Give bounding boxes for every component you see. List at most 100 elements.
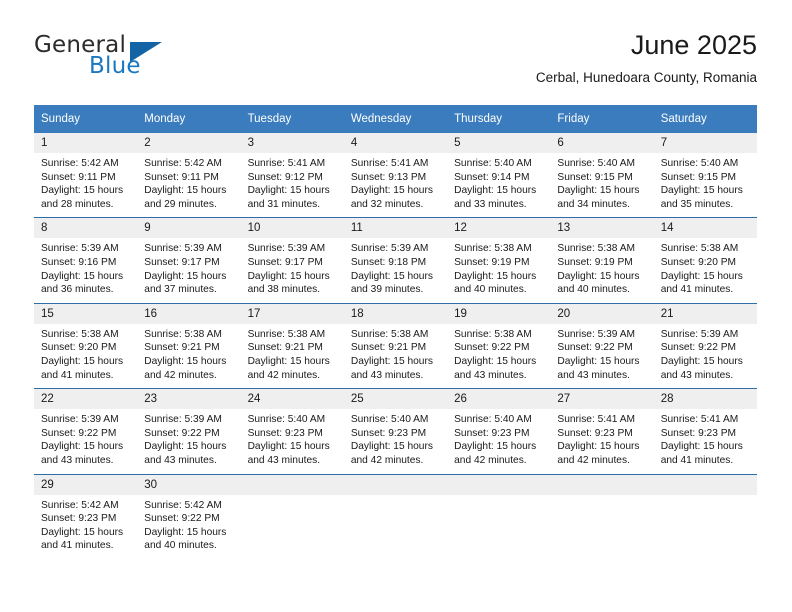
calendar-cell-day[interactable]: 28 Sunrise: 5:41 AM Sunset: 9:23 PM Dayligh… — [653, 388, 757, 474]
calendar-cell-day[interactable]: 15 Sunrise: 5:38 AM Sunset: 9:20 PM Dayligh… — [34, 302, 138, 389]
calendar-cell-day[interactable]: 18 Sunrise: 5:38 AM Sunset: 9:21 PM Dayligh… — [343, 302, 448, 389]
day-number: 11 — [343, 218, 448, 239]
day-number: 26 — [447, 389, 551, 410]
day-details: Sunrise: 5:41 AM Sunset: 9:13 PM Daylight:… — [343, 153, 448, 218]
day-number — [240, 474, 344, 495]
page-header: General Blue June 2025 Cerbal, Hunedoara… — [34, 28, 757, 96]
calendar-cell-day[interactable]: 3 Sunrise: 5:41 AM Sunset: 9:12 PM Daylight… — [240, 133, 344, 218]
calendar-cell-day[interactable]: 19 Sunrise: 5:38 AM Sunset: 9:22 PM Dayligh… — [447, 302, 551, 389]
daylight-text: Daylight: 15 hours and 36 minutes. — [41, 270, 124, 296]
calendar-cell-day[interactable]: 8 Sunrise: 5:39 AM Sunset: 9:16 PM Daylight… — [34, 217, 138, 304]
daylight-text: Daylight: 15 hours and 29 minutes. — [144, 185, 227, 210]
sunrise-text: Sunrise: 5:41 AM — [350, 158, 429, 169]
day-number: 8 — [34, 218, 138, 239]
calendar-cell-day[interactable]: 10 Sunrise: 5:39 AM Sunset: 9:17 PM Dayligh… — [240, 217, 344, 304]
calendar-cell-day[interactable]: 22 Sunrise: 5:39 AM Sunset: 9:22 PM Dayligh… — [34, 388, 138, 474]
day-details: Sunrise: 5:40 AM Sunset: 9:23 PM Daylight:… — [343, 409, 448, 474]
calendar-cell-day[interactable]: 24 Sunrise: 5:40 AM Sunset: 9:23 PM Dayligh… — [240, 388, 344, 474]
general-blue-logo[interactable]: General Blue — [34, 32, 234, 88]
day-number: 7 — [653, 133, 757, 153]
calendar-cell-day[interactable]: 23 Sunrise: 5:39 AM Sunset: 9:22 PM Dayligh… — [137, 388, 241, 474]
sunset-text: Sunset: 9:15 PM — [660, 171, 737, 183]
day-number: 22 — [34, 389, 138, 410]
sunrise-text: Sunrise: 5:41 AM — [660, 414, 739, 426]
sunrise-text: Sunrise: 5:39 AM — [144, 414, 222, 426]
day-details: Sunrise: 5:42 AM Sunset: 9:22 PM Daylight:… — [137, 494, 241, 559]
weekday-monday: Monday — [137, 105, 241, 133]
calendar-cell-day[interactable]: 26 Sunrise: 5:40 AM Sunset: 9:23 PM Dayligh… — [447, 388, 551, 474]
day-number — [343, 474, 448, 495]
weekday-thursday: Thursday — [447, 105, 551, 133]
calendar-cell-empty — [343, 473, 448, 559]
day-number: 25 — [343, 389, 448, 410]
daylight-text: Daylight: 15 hours and 37 minutes. — [144, 270, 227, 296]
day-number: 17 — [240, 303, 344, 324]
calendar-cell-day[interactable]: 4 Sunrise: 5:41 AM Sunset: 9:13 PM Daylight… — [343, 133, 448, 218]
sunrise-text: Sunrise: 5:39 AM — [144, 243, 222, 255]
day-number: 24 — [240, 389, 344, 410]
calendar-cell-day[interactable]: 29 Sunrise: 5:42 AM Sunset: 9:23 PM Dayligh… — [34, 473, 138, 559]
sunrise-text: Sunrise: 5:40 AM — [660, 158, 739, 169]
calendar-cell-day[interactable]: 6 Sunrise: 5:40 AM Sunset: 9:15 PM Daylight… — [550, 133, 654, 218]
calendar-cell-empty — [653, 473, 757, 559]
page-title: June 2025 — [630, 30, 757, 60]
day-number: 4 — [343, 133, 448, 153]
sunrise-text: Sunrise: 5:39 AM — [41, 243, 119, 255]
calendar-cell-day[interactable]: 1 Sunrise: 5:42 AM Sunset: 9:11 PM Daylight… — [34, 133, 138, 218]
calendar-cell-day[interactable]: 7 Sunrise: 5:40 AM Sunset: 9:15 PM Daylight… — [653, 133, 757, 218]
daylight-text: Daylight: 15 hours and 43 minutes. — [41, 441, 124, 466]
calendar-cell-day[interactable]: 12 Sunrise: 5:38 AM Sunset: 9:19 PM Dayligh… — [447, 217, 551, 304]
day-details: Sunrise: 5:40 AM Sunset: 9:15 PM Daylight:… — [653, 153, 757, 218]
sunset-text: Sunset: 9:22 PM — [144, 427, 220, 439]
day-details — [240, 494, 344, 557]
weekday-tuesday: Tuesday — [240, 105, 344, 133]
calendar-cell-day[interactable]: 9 Sunrise: 5:39 AM Sunset: 9:17 PM Daylight… — [137, 217, 241, 304]
day-number: 28 — [653, 389, 757, 410]
calendar-cell-day[interactable]: 30 Sunrise: 5:42 AM Sunset: 9:22 PM Dayligh… — [137, 473, 241, 559]
calendar-cell-day[interactable]: 5 Sunrise: 5:40 AM Sunset: 9:14 PM Daylight… — [447, 133, 551, 218]
day-details: Sunrise: 5:41 AM Sunset: 9:23 PM Daylight:… — [653, 409, 757, 474]
day-number: 30 — [137, 474, 241, 495]
day-details — [653, 494, 757, 557]
day-details: Sunrise: 5:42 AM Sunset: 9:23 PM Daylight:… — [34, 494, 138, 559]
sunset-text: Sunset: 9:22 PM — [144, 513, 220, 525]
calendar-cell-day[interactable]: 13 Sunrise: 5:38 AM Sunset: 9:19 PM Dayligh… — [550, 217, 654, 304]
calendar-cell-day[interactable]: 14 Sunrise: 5:38 AM Sunset: 9:20 PM Dayligh… — [653, 217, 757, 304]
day-number — [550, 474, 654, 495]
daylight-text: Daylight: 15 hours and 32 minutes. — [350, 185, 433, 210]
calendar-cell-day[interactable]: 20 Sunrise: 5:39 AM Sunset: 9:22 PM Dayligh… — [550, 302, 654, 389]
day-details: Sunrise: 5:38 AM Sunset: 9:20 PM Daylight:… — [653, 238, 757, 303]
sunrise-text: Sunrise: 5:42 AM — [144, 499, 222, 511]
calendar-cell-day[interactable]: 27 Sunrise: 5:41 AM Sunset: 9:23 PM Dayligh… — [550, 388, 654, 474]
calendar-cell-day[interactable]: 25 Sunrise: 5:40 AM Sunset: 9:23 PM Dayligh… — [343, 388, 448, 474]
sunrise-text: Sunrise: 5:38 AM — [454, 243, 532, 255]
sunrise-text: Sunrise: 5:39 AM — [660, 328, 739, 340]
calendar-cell-day[interactable]: 2 Sunrise: 5:42 AM Sunset: 9:11 PM Daylight… — [137, 133, 241, 218]
sunrise-text: Sunrise: 5:38 AM — [247, 328, 326, 340]
sunrise-text: Sunrise: 5:38 AM — [454, 328, 532, 340]
daylight-text: Daylight: 15 hours and 42 minutes. — [144, 355, 227, 381]
day-number: 1 — [34, 133, 138, 153]
sunset-text: Sunset: 9:23 PM — [454, 427, 530, 439]
calendar-cell-day[interactable]: 11 Sunrise: 5:39 AM Sunset: 9:18 PM Dayligh… — [343, 217, 448, 304]
logo-text-blue: Blue — [89, 53, 141, 79]
calendar-cell-day[interactable]: 16 Sunrise: 5:38 AM Sunset: 9:21 PM Dayligh… — [137, 302, 241, 389]
sunrise-text: Sunrise: 5:41 AM — [247, 158, 326, 169]
calendar-week-row: 1 Sunrise: 5:42 AM Sunset: 9:11 PM Daylight… — [34, 133, 757, 218]
day-number: 3 — [240, 133, 344, 153]
sunrise-text: Sunrise: 5:40 AM — [454, 414, 532, 426]
weekday-wednesday: Wednesday — [343, 105, 448, 133]
day-details: Sunrise: 5:41 AM Sunset: 9:23 PM Daylight:… — [550, 409, 654, 474]
daylight-text: Daylight: 15 hours and 43 minutes. — [557, 355, 640, 381]
calendar-cell-day[interactable]: 17 Sunrise: 5:38 AM Sunset: 9:21 PM Dayligh… — [240, 302, 344, 389]
sunrise-text: Sunrise: 5:40 AM — [557, 158, 635, 169]
day-details: Sunrise: 5:40 AM Sunset: 9:23 PM Daylight:… — [240, 409, 344, 474]
sunset-text: Sunset: 9:22 PM — [557, 342, 633, 354]
sunset-text: Sunset: 9:17 PM — [247, 256, 323, 268]
calendar-week-row: 29 Sunrise: 5:42 AM Sunset: 9:23 PM Dayligh… — [34, 473, 757, 559]
calendar-cell-day[interactable]: 21 Sunrise: 5:39 AM Sunset: 9:22 PM Dayligh… — [653, 302, 757, 389]
day-details: Sunrise: 5:38 AM Sunset: 9:19 PM Daylight:… — [447, 238, 551, 303]
daylight-text: Daylight: 15 hours and 31 minutes. — [247, 185, 330, 210]
sunrise-text: Sunrise: 5:38 AM — [350, 328, 429, 340]
sunset-text: Sunset: 9:13 PM — [350, 171, 427, 183]
